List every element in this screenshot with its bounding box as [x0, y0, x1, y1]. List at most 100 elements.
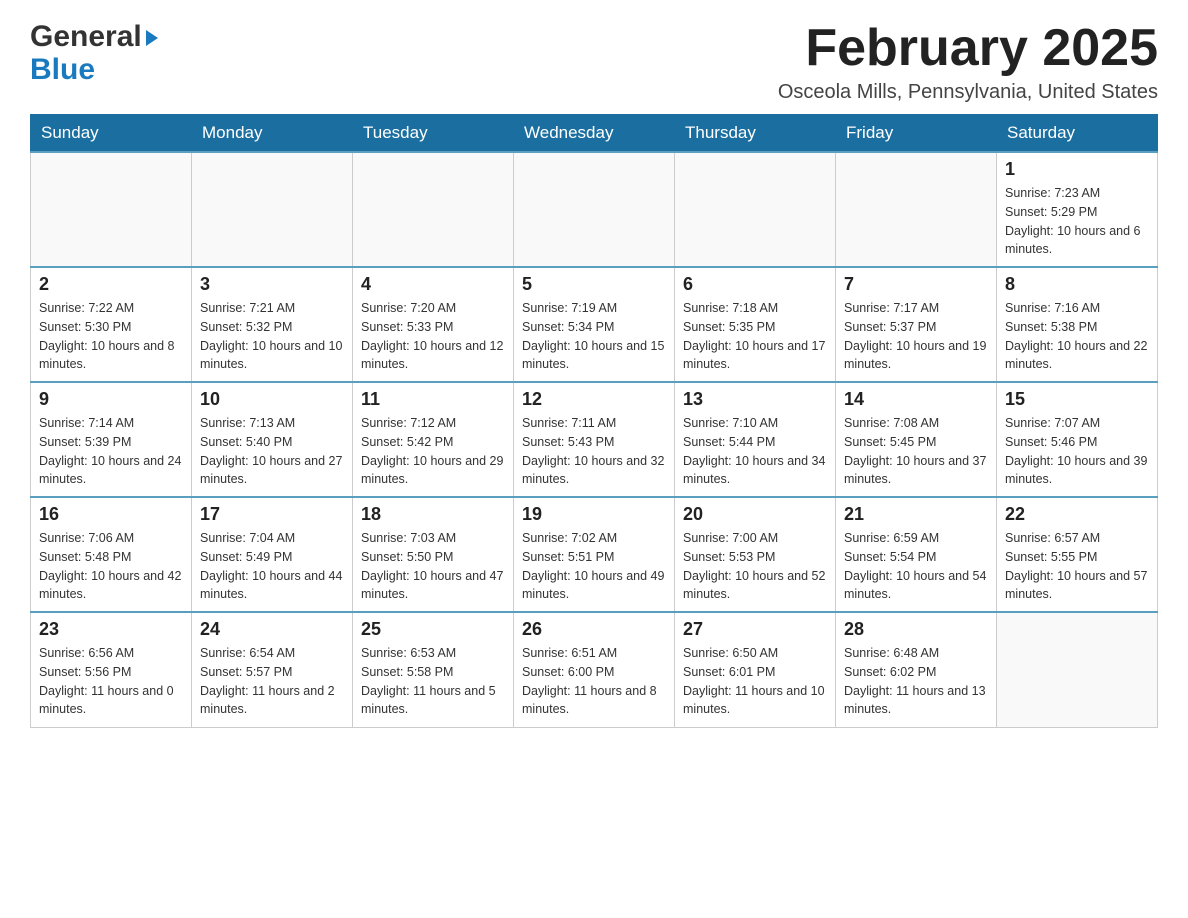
location-text: Osceola Mills, Pennsylvania, United Stat…: [778, 81, 1158, 104]
day-info: Sunrise: 6:48 AMSunset: 6:02 PMDaylight:…: [844, 644, 988, 719]
col-sunday: Sunday: [31, 115, 192, 153]
calendar-cell: 5 Sunrise: 7:19 AMSunset: 5:34 PMDaylight…: [514, 267, 675, 382]
day-number: 7: [844, 274, 988, 295]
day-info: Sunrise: 6:51 AMSunset: 6:00 PMDaylight:…: [522, 644, 666, 719]
col-wednesday: Wednesday: [514, 115, 675, 153]
col-tuesday: Tuesday: [353, 115, 514, 153]
calendar-cell: 6 Sunrise: 7:18 AMSunset: 5:35 PMDaylight…: [675, 267, 836, 382]
day-number: 17: [200, 504, 344, 525]
day-info: Sunrise: 6:50 AMSunset: 6:01 PMDaylight:…: [683, 644, 827, 719]
calendar-cell: 9Sunrise: 7:14 AMSunset: 5:39 PMDaylight…: [31, 382, 192, 497]
day-info: Sunrise: 7:04 AMSunset: 5:49 PMDaylight:…: [200, 529, 344, 604]
logo-blue-text: Blue: [30, 53, 95, 86]
day-info: Sunrise: 6:57 AMSunset: 5:55 PMDaylight:…: [1005, 529, 1149, 604]
calendar-cell: 15 Sunrise: 7:07 AMSunset: 5:46 PMDayligh…: [997, 382, 1158, 497]
calendar-cell: 26 Sunrise: 6:51 AMSunset: 6:00 PMDayligh…: [514, 612, 675, 727]
calendar-cell: 3 Sunrise: 7:21 AMSunset: 5:32 PMDaylight…: [192, 267, 353, 382]
col-monday: Monday: [192, 115, 353, 153]
day-number: 3: [200, 274, 344, 295]
calendar-cell: 8 Sunrise: 7:16 AMSunset: 5:38 PMDaylight…: [997, 267, 1158, 382]
day-number: 8: [1005, 274, 1149, 295]
calendar-cell: 7 Sunrise: 7:17 AMSunset: 5:37 PMDaylight…: [836, 267, 997, 382]
calendar-cell: 20 Sunrise: 7:00 AMSunset: 5:53 PMDayligh…: [675, 497, 836, 612]
day-number: 5: [522, 274, 666, 295]
day-info: Sunrise: 6:56 AMSunset: 5:56 PMDaylight:…: [39, 644, 183, 719]
calendar-cell: 19 Sunrise: 7:02 AMSunset: 5:51 PMDayligh…: [514, 497, 675, 612]
day-number: 9: [39, 389, 183, 410]
col-thursday: Thursday: [675, 115, 836, 153]
calendar-cell: 25 Sunrise: 6:53 AMSunset: 5:58 PMDayligh…: [353, 612, 514, 727]
day-info: Sunrise: 7:08 AMSunset: 5:45 PMDaylight:…: [844, 414, 988, 489]
day-number: 22: [1005, 504, 1149, 525]
calendar-cell: 23 Sunrise: 6:56 AMSunset: 5:56 PMDayligh…: [31, 612, 192, 727]
day-info: Sunrise: 7:16 AMSunset: 5:38 PMDaylight:…: [1005, 299, 1149, 374]
day-number: 20: [683, 504, 827, 525]
calendar-cell: 22 Sunrise: 6:57 AMSunset: 5:55 PMDayligh…: [997, 497, 1158, 612]
calendar-cell: [836, 152, 997, 267]
logo-general-text: General: [30, 20, 142, 53]
day-info: Sunrise: 7:23 AMSunset: 5:29 PMDaylight:…: [1005, 184, 1149, 259]
page-header: General Blue February 2025 Osceola Mills…: [30, 20, 1158, 104]
day-info: Sunrise: 7:18 AMSunset: 5:35 PMDaylight:…: [683, 299, 827, 374]
week-row-1: 2Sunrise: 7:22 AMSunset: 5:30 PMDaylight…: [31, 267, 1158, 382]
day-info: Sunrise: 7:07 AMSunset: 5:46 PMDaylight:…: [1005, 414, 1149, 489]
calendar-table: Sunday Monday Tuesday Wednesday Thursday…: [30, 114, 1158, 728]
calendar-cell: 28 Sunrise: 6:48 AMSunset: 6:02 PMDayligh…: [836, 612, 997, 727]
day-info: Sunrise: 7:19 AMSunset: 5:34 PMDaylight:…: [522, 299, 666, 374]
day-info: Sunrise: 7:12 AMSunset: 5:42 PMDaylight:…: [361, 414, 505, 489]
calendar-cell: 2Sunrise: 7:22 AMSunset: 5:30 PMDaylight…: [31, 267, 192, 382]
day-number: 28: [844, 619, 988, 640]
calendar-cell: 10Sunrise: 7:13 AMSunset: 5:40 PMDayligh…: [192, 382, 353, 497]
calendar-cell: [997, 612, 1158, 727]
calendar-body: 1 Sunrise: 7:23 AMSunset: 5:29 PMDaylight…: [31, 152, 1158, 727]
day-info: Sunrise: 7:00 AMSunset: 5:53 PMDaylight:…: [683, 529, 827, 604]
calendar-cell: [514, 152, 675, 267]
week-row-2: 9Sunrise: 7:14 AMSunset: 5:39 PMDaylight…: [31, 382, 1158, 497]
day-info: Sunrise: 6:53 AMSunset: 5:58 PMDaylight:…: [361, 644, 505, 719]
day-number: 14: [844, 389, 988, 410]
day-number: 25: [361, 619, 505, 640]
day-number: 24: [200, 619, 344, 640]
day-number: 19: [522, 504, 666, 525]
day-number: 1: [1005, 159, 1149, 180]
day-number: 6: [683, 274, 827, 295]
day-info: Sunrise: 7:20 AMSunset: 5:33 PMDaylight:…: [361, 299, 505, 374]
day-info: Sunrise: 7:11 AMSunset: 5:43 PMDaylight:…: [522, 414, 666, 489]
day-number: 26: [522, 619, 666, 640]
day-info: Sunrise: 7:06 AMSunset: 5:48 PMDaylight:…: [39, 529, 183, 604]
day-number: 16: [39, 504, 183, 525]
day-info: Sunrise: 7:21 AMSunset: 5:32 PMDaylight:…: [200, 299, 344, 374]
logo: General Blue: [30, 20, 158, 86]
col-friday: Friday: [836, 115, 997, 153]
calendar-header-row: Sunday Monday Tuesday Wednesday Thursday…: [31, 115, 1158, 153]
calendar-cell: 21Sunrise: 6:59 AMSunset: 5:54 PMDayligh…: [836, 497, 997, 612]
day-info: Sunrise: 7:10 AMSunset: 5:44 PMDaylight:…: [683, 414, 827, 489]
title-section: February 2025 Osceola Mills, Pennsylvani…: [778, 20, 1158, 104]
calendar-cell: 16 Sunrise: 7:06 AMSunset: 5:48 PMDayligh…: [31, 497, 192, 612]
calendar-cell: 17 Sunrise: 7:04 AMSunset: 5:49 PMDayligh…: [192, 497, 353, 612]
calendar-cell: [192, 152, 353, 267]
week-row-3: 16 Sunrise: 7:06 AMSunset: 5:48 PMDayligh…: [31, 497, 1158, 612]
day-number: 15: [1005, 389, 1149, 410]
calendar-cell: [353, 152, 514, 267]
day-number: 18: [361, 504, 505, 525]
week-row-4: 23 Sunrise: 6:56 AMSunset: 5:56 PMDayligh…: [31, 612, 1158, 727]
day-number: 12: [522, 389, 666, 410]
day-number: 13: [683, 389, 827, 410]
day-number: 2: [39, 274, 183, 295]
day-info: Sunrise: 7:03 AMSunset: 5:50 PMDaylight:…: [361, 529, 505, 604]
day-number: 21: [844, 504, 988, 525]
logo-triangle-icon: [146, 30, 158, 46]
calendar-cell: 12 Sunrise: 7:11 AMSunset: 5:43 PMDayligh…: [514, 382, 675, 497]
day-info: Sunrise: 7:13 AMSunset: 5:40 PMDaylight:…: [200, 414, 344, 489]
calendar-cell: 13 Sunrise: 7:10 AMSunset: 5:44 PMDayligh…: [675, 382, 836, 497]
day-number: 4: [361, 274, 505, 295]
calendar-cell: 11Sunrise: 7:12 AMSunset: 5:42 PMDayligh…: [353, 382, 514, 497]
day-info: Sunrise: 7:17 AMSunset: 5:37 PMDaylight:…: [844, 299, 988, 374]
calendar-cell: 14 Sunrise: 7:08 AMSunset: 5:45 PMDayligh…: [836, 382, 997, 497]
week-row-0: 1 Sunrise: 7:23 AMSunset: 5:29 PMDaylight…: [31, 152, 1158, 267]
day-number: 23: [39, 619, 183, 640]
day-info: Sunrise: 7:02 AMSunset: 5:51 PMDaylight:…: [522, 529, 666, 604]
calendar-cell: [675, 152, 836, 267]
calendar-cell: 4 Sunrise: 7:20 AMSunset: 5:33 PMDaylight…: [353, 267, 514, 382]
